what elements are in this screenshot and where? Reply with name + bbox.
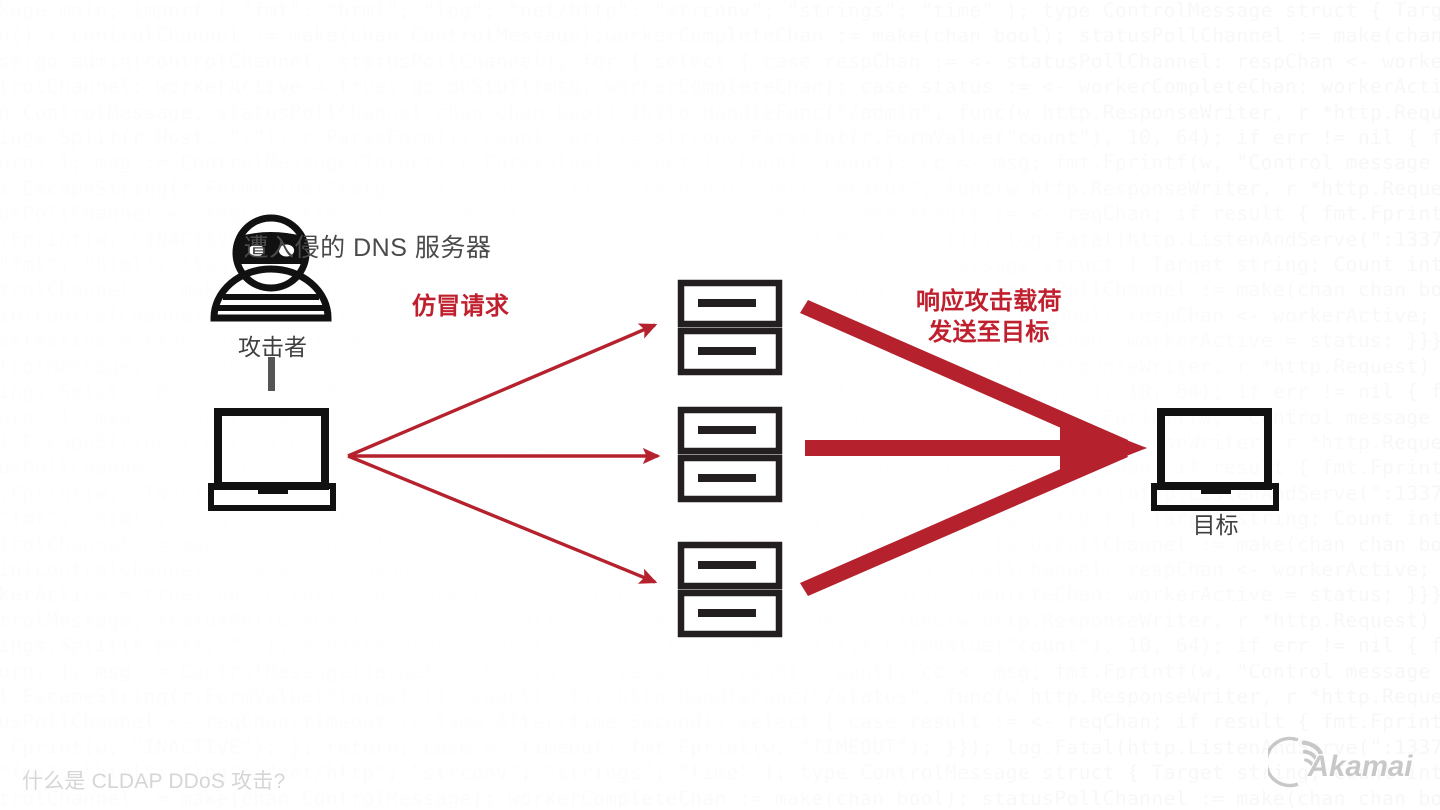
dns-servers-title: 遭入侵的 DNS 服务器 (0, 228, 1440, 264)
spoof-arrow-bottom (347, 454, 658, 584)
attack-payload-label-line1: 响应攻击载荷 (916, 288, 1062, 315)
attacker-laptop-icon (208, 408, 336, 511)
diagram-canvas: ckage main; import ( "fmt"; "html"; "log… (0, 0, 1440, 810)
dns-server-2 (677, 406, 783, 503)
dns-server-group (677, 279, 783, 638)
target-label: 目标 (1192, 512, 1239, 538)
spoofed-request-arrows (347, 323, 661, 584)
akamai-logo: Akamai (1268, 736, 1415, 788)
payload-arrowhead (1060, 414, 1147, 482)
spoof-arrow-top (347, 323, 658, 458)
dns-server-1 (677, 279, 783, 376)
dns-servers-title-text: 遭入侵的 DNS 服务器 (243, 234, 492, 262)
attack-payload-label: 响应攻击载荷 发送至目标 (916, 286, 1062, 348)
attacker-label: 攻击者 (238, 334, 307, 360)
ddos-attack-diagram (208, 214, 1279, 638)
page-caption: 什么是 CLDAP DDoS 攻击? (22, 770, 286, 793)
target-laptop-icon (1151, 408, 1279, 511)
dns-server-3 (677, 541, 783, 638)
akamai-wordmark: Akamai (1307, 750, 1414, 783)
spoofed-request-label: 仿冒请求 (412, 293, 510, 320)
attacker-connector-line (268, 357, 275, 391)
attack-payload-label-line2: 发送至目标 (928, 319, 1050, 346)
